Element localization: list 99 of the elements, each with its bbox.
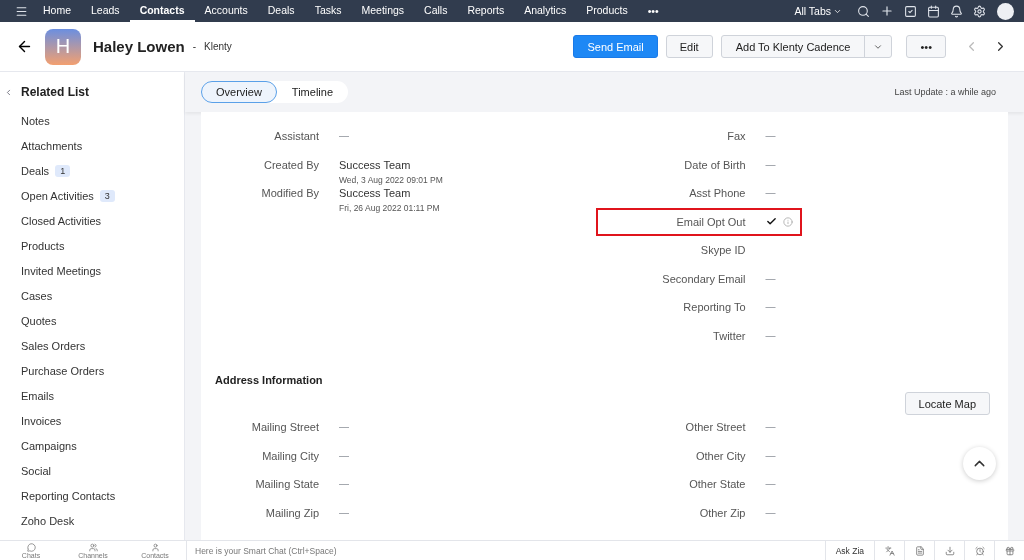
field-label: Fax	[726, 130, 747, 142]
last-update: Last Update : a while ago	[894, 87, 997, 97]
timestamp: Fri, 26 Aug 2022 01:11 PM	[339, 203, 440, 213]
nav-tab[interactable]: Tasks	[304, 0, 352, 22]
count-badge: 3	[99, 189, 115, 202]
timestamp: Wed, 3 Aug 2022 09:01 PM	[339, 174, 443, 185]
sidebar-item[interactable]: Emails	[4, 383, 184, 408]
tab[interactable]: Overview	[201, 81, 277, 103]
settings-icon[interactable]	[973, 4, 986, 18]
cadence-button[interactable]: Add To Klenty Cadence	[720, 35, 893, 58]
field-value: —	[765, 506, 776, 518]
calendar-icon[interactable]	[927, 4, 940, 18]
contact-name: Haley Lowen	[93, 38, 185, 55]
sidebar-item[interactable]: Deals 1	[4, 158, 184, 183]
avatar[interactable]	[997, 2, 1014, 20]
field-label: Modified By	[260, 187, 320, 199]
nav-tab[interactable]: Leads	[81, 0, 130, 22]
field-value: —	[339, 506, 349, 518]
field-value: —	[765, 301, 776, 312]
sidebar-item[interactable]: Notes	[4, 108, 184, 133]
sidebar-item[interactable]: Attachments	[4, 133, 184, 158]
field-label: Asst Phone	[688, 187, 747, 199]
avatar: H	[45, 28, 81, 65]
field-label: Mailing Street	[250, 421, 320, 433]
sidebar-item[interactable]: Invoices	[4, 408, 184, 433]
nav-tab[interactable]: Analytics	[514, 0, 577, 22]
sidebar-item[interactable]: Closed Activities	[4, 208, 184, 233]
field-value: —	[339, 130, 349, 141]
field-value: —	[339, 478, 349, 489]
field-value: —	[339, 421, 349, 432]
separator: -	[192, 41, 197, 52]
field-value: —	[765, 130, 776, 141]
field-value: —	[339, 449, 349, 461]
sidebar-title: Related List	[21, 85, 89, 99]
channels-icon	[88, 542, 98, 552]
field-value: —	[765, 272, 776, 284]
nav-tab[interactable]: Deals	[257, 0, 305, 22]
count-badge: 1	[55, 164, 71, 177]
search-icon[interactable]	[857, 4, 870, 18]
collapse-icon[interactable]	[4, 87, 13, 97]
locate-map-button[interactable]: Locate Map	[904, 392, 990, 415]
all-tabs-menu[interactable]: All Tabs	[784, 5, 852, 17]
field-label: Mailing State	[254, 478, 320, 490]
more-tabs[interactable]: •••	[637, 5, 669, 17]
action-button[interactable]: Edit	[665, 35, 713, 58]
back-icon[interactable]	[16, 38, 33, 55]
bell-icon[interactable]	[950, 4, 963, 18]
field-label: Other Zip	[698, 506, 747, 519]
checkbox-icon[interactable]	[904, 4, 917, 18]
field-label: Other Street	[684, 421, 747, 433]
field-label: Skype ID	[699, 244, 747, 256]
field-label: Mailing City	[261, 449, 320, 462]
field-value: —	[765, 158, 776, 170]
field-label: Mailing Zip	[264, 506, 320, 519]
nav-tab[interactable]: Products	[576, 0, 638, 22]
field-label: Reporting To	[682, 301, 747, 313]
field-label: Secondary Email	[661, 272, 747, 285]
send-email-button[interactable]: Send Email	[573, 35, 658, 58]
sidebar-item[interactable]: Sales Orders	[4, 333, 184, 358]
plus-icon[interactable]	[880, 4, 894, 18]
cadence-button[interactable]: Add To Klenty Cadence	[721, 36, 866, 57]
field-label: Twitter	[712, 329, 747, 342]
contact-icon	[150, 542, 160, 552]
field-value: Success Team	[339, 158, 412, 171]
chat-icon	[26, 542, 36, 552]
field-label: Other State	[688, 478, 747, 490]
field-label: Assistant	[273, 130, 320, 142]
field-value: —	[765, 187, 776, 198]
sidebar-item[interactable]: Products	[4, 233, 184, 258]
nav-tab[interactable]: Reports	[457, 0, 515, 22]
field-value: Success Team	[339, 187, 412, 199]
field-label: Other City	[695, 449, 747, 462]
nav-tab[interactable]: Accounts	[194, 0, 258, 22]
sidebar-item[interactable]: Invited Meetings	[4, 258, 184, 283]
nav-tab[interactable]: Contacts	[129, 0, 195, 22]
section-title: Address Information	[215, 374, 323, 386]
field-label: Email Opt Out	[675, 215, 747, 228]
nav-tab[interactable]: Meetings	[351, 0, 415, 22]
ask-zia-link[interactable]: Ask Zia	[824, 540, 874, 560]
sidebar-item[interactable]: Cases	[4, 283, 184, 308]
action-button[interactable]: •••	[906, 35, 946, 58]
tab[interactable]: Timeline	[276, 81, 348, 103]
menu-icon[interactable]	[15, 4, 28, 18]
account-name: Klenty	[204, 41, 232, 52]
field-value: —	[765, 449, 776, 461]
sidebar-item[interactable]: Campaigns	[4, 433, 184, 458]
sidebar-item[interactable]: Open Activities 3	[4, 183, 184, 208]
field-value: —	[765, 329, 776, 341]
sidebar-item[interactable]: Social	[4, 458, 184, 483]
nav-tab[interactable]: Home	[33, 0, 81, 22]
sidebar-item[interactable]: Reporting Contacts	[4, 483, 184, 508]
sidebar-item[interactable]: Purchase Orders	[4, 358, 184, 383]
sidebar-item[interactable]: Quotes	[4, 308, 184, 333]
sidebar-item[interactable]: Zoho Desk	[4, 508, 184, 533]
nav-tab[interactable]: Calls	[414, 0, 458, 22]
field-value: —	[765, 421, 776, 432]
field-value: —	[765, 478, 776, 489]
field-label: Created By	[262, 158, 320, 171]
field-label: Date of Birth	[683, 158, 747, 171]
